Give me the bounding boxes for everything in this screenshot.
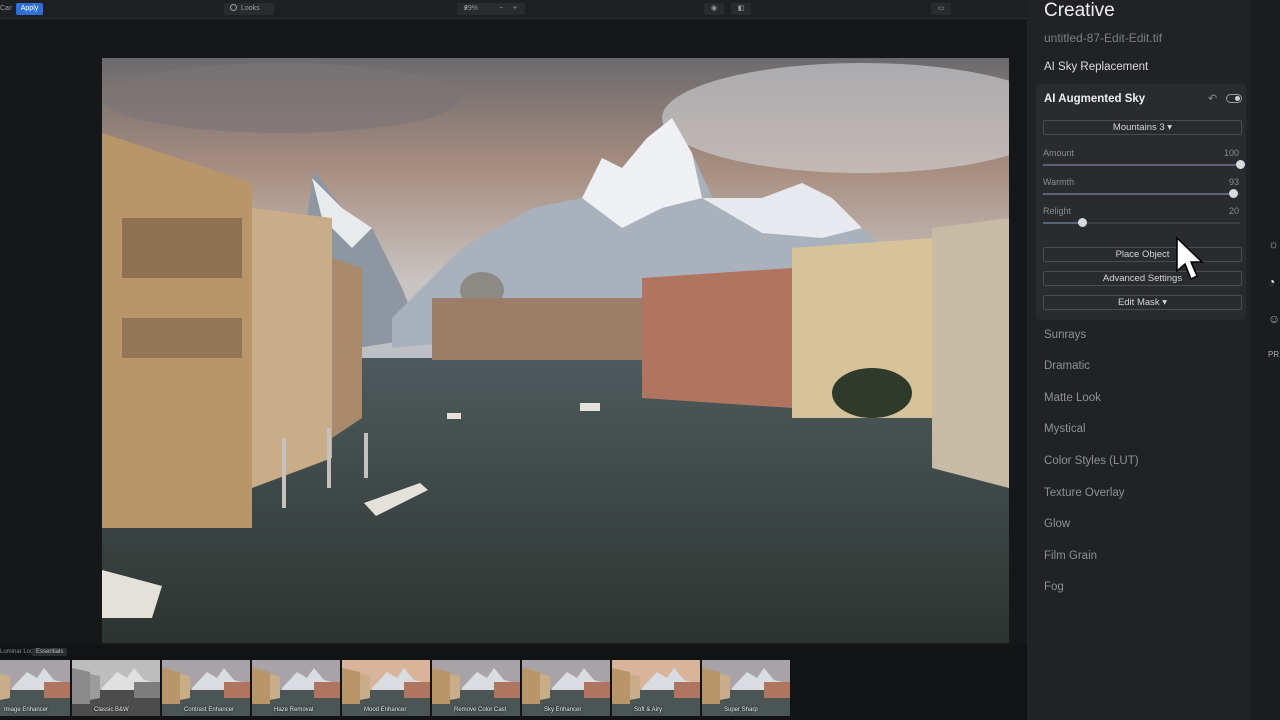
warmth-slider[interactable] [1043,189,1240,198]
slider-knob[interactable] [1236,160,1245,169]
looks-label: Looks [241,5,260,12]
look-thumbnail[interactable]: Image Enhancer [0,660,70,716]
edited-photo[interactable] [102,58,1009,643]
slider-value: 93 [1228,177,1239,187]
visibility-toggle-icon[interactable] [1226,94,1242,103]
mouse-cursor-icon [1176,237,1204,281]
section-item[interactable]: Texture Overlay [1044,487,1125,499]
looks-collection-select[interactable]: Essentials [32,648,68,656]
look-thumbnail[interactable]: Mood Enhancer [342,660,430,716]
slider-fill [1043,222,1082,224]
look-thumbnail-label: Image Enhancer [4,707,49,713]
section-item[interactable]: Sunrays [1044,329,1086,341]
slider-value: 100 [1223,148,1239,158]
look-thumbnail-label: Soft & Airy [634,707,663,713]
professional-icon[interactable]: PR [1268,348,1280,362]
card-title: AI Augmented Sky [1044,93,1146,105]
portrait-face-icon[interactable]: ☺ [1268,312,1280,326]
look-thumbnail-label: Remove Color Cast [454,707,507,713]
look-thumbnail[interactable]: Haze Removal [252,660,340,716]
looks-filmstrip: Luminar Looks: Essentials Image Enhancer… [0,645,1027,720]
creative-palette-icon[interactable]: ◔ [1268,275,1280,289]
creative-panel: Creative untitled-87-Edit-Edit.tif AI Sk… [1027,0,1250,720]
look-thumbnail-label: Super Sharp [724,707,758,713]
sky-preset-dropdown[interactable]: Mountains 3 ▾ [1043,120,1242,135]
look-thumbnail[interactable]: Super Sharp [702,660,790,716]
tool-category-rail: ☼ ◔ ☺ PR [1250,0,1280,720]
relight-slider[interactable] [1043,218,1240,227]
slider-fill [1043,164,1240,166]
section-item[interactable]: Glow [1044,518,1070,530]
slider-label: Relight [1043,206,1072,216]
slider-value: 20 [1228,206,1239,216]
compare-icon[interactable]: ◧ [731,3,751,15]
section-item[interactable]: Dramatic [1044,360,1090,372]
slider-knob[interactable] [1229,189,1238,198]
section-ai-sky-replacement[interactable]: AI Sky Replacement [1044,61,1148,73]
essentials-sun-icon[interactable]: ☼ [1268,237,1280,251]
preview-eye-icon[interactable]: ◉ [704,3,724,15]
look-thumbnail-label: Haze Removal [274,707,314,713]
section-item[interactable]: Film Grain [1044,550,1097,562]
slider-fill [1043,193,1233,195]
slider-label: Warmth [1043,177,1075,187]
reset-icon[interactable]: ↶ [1208,93,1220,105]
thumbnail-row: Image Enhancer Classic B&W Contrast Enhanc… [0,660,790,716]
zoom-select[interactable]: 29% ▾ [464,3,478,15]
look-thumbnail[interactable]: Remove Color Cast [432,660,520,716]
look-thumbnail[interactable]: Contrast Enhancer [162,660,250,716]
edit-mask-dropdown[interactable]: Edit Mask ▾ [1043,295,1242,310]
amount-slider[interactable] [1043,160,1245,169]
panel-title: Creative [1044,0,1115,21]
zoom-out-button[interactable]: − [499,3,503,15]
look-thumbnail-label: Contrast Enhancer [184,707,235,713]
place-object-button[interactable]: Place Object [1043,247,1242,262]
ai-augmented-sky-card: AI Augmented Sky ↶ Mountains 3 ▾ Amount … [1036,84,1246,320]
look-thumbnail-label: Classic B&W [94,707,129,713]
zoom-in-button[interactable]: + [513,3,517,15]
look-thumbnail[interactable]: Sky Enhancer [522,660,610,716]
looks-icon [230,4,237,11]
section-item[interactable]: Matte Look [1044,392,1101,404]
zoom-control: 29% ▾ − + [457,3,525,15]
file-name: untitled-87-Edit-Edit.tif [1044,31,1163,45]
fullscreen-icon[interactable]: ▭ [931,3,951,15]
look-thumbnail-label: Sky Enhancer [544,707,582,713]
section-item[interactable]: Fog [1044,581,1064,593]
slider-knob[interactable] [1078,218,1087,227]
image-canvas [0,19,1027,645]
look-thumbnail[interactable]: Classic B&W [72,660,160,716]
look-thumbnail[interactable]: Soft & Airy [612,660,700,716]
section-item[interactable]: Color Styles (LUT) [1044,455,1139,467]
apply-button[interactable]: Apply [16,3,43,15]
top-toolbar: Cancel Apply Looks 29% ▾ − + ◉ ◧ ▭ [0,0,1027,19]
look-thumbnail-label: Mood Enhancer [364,707,407,713]
advanced-settings-button[interactable]: Advanced Settings [1043,271,1242,286]
cancel-button[interactable]: Cancel [0,3,12,15]
looks-button[interactable]: Looks [224,3,274,15]
slider-label: Amount [1043,148,1075,158]
section-item[interactable]: Mystical [1044,423,1086,435]
